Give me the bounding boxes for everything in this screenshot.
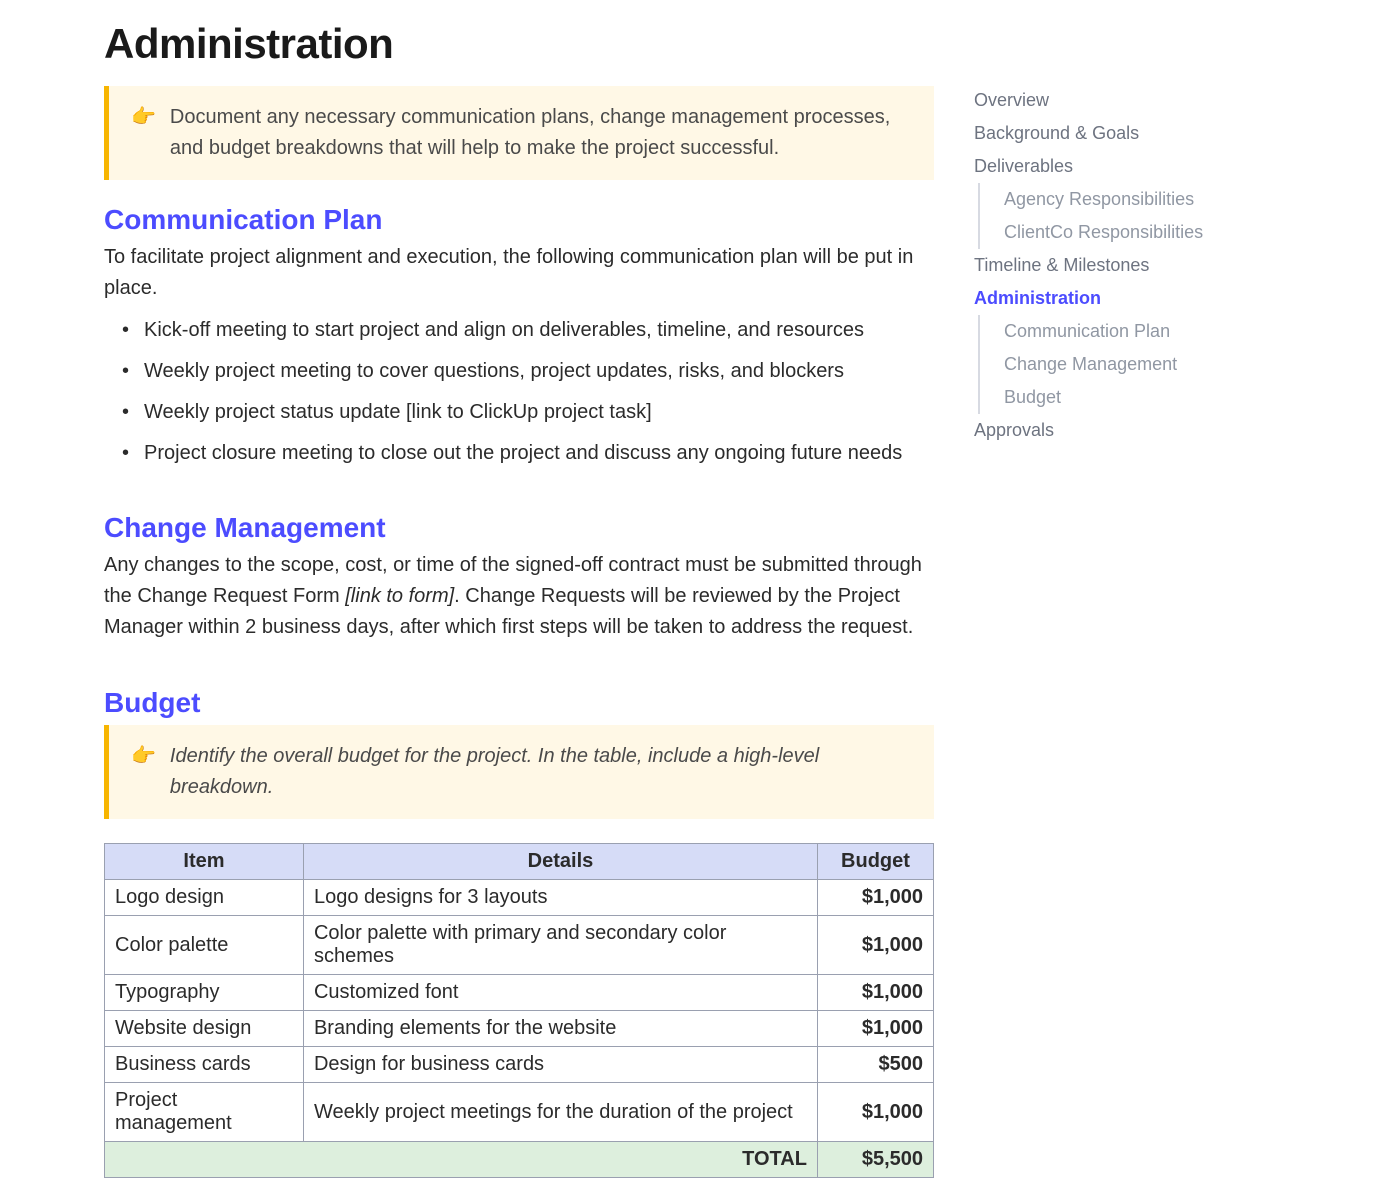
list-item-text: Kick-off meeting to start project and al… xyxy=(144,319,864,341)
cell-amount: $500 xyxy=(817,1047,933,1083)
budget-table: Item Details Budget Logo designLogo desi… xyxy=(104,843,934,1178)
cell-item: Website design xyxy=(105,1011,304,1047)
cell-amount: $1,000 xyxy=(817,1011,933,1047)
list-item-text: Weekly project meeting to cover question… xyxy=(144,360,844,382)
col-details: Details xyxy=(303,844,817,880)
toc-link[interactable]: Timeline & Milestones xyxy=(974,249,1234,282)
cell-item: Typography xyxy=(105,975,304,1011)
table-header-row: Item Details Budget xyxy=(105,844,934,880)
table-row: Business cardsDesign for business cards$… xyxy=(105,1047,934,1083)
cell-item: Business cards xyxy=(105,1047,304,1083)
table-of-contents: OverviewBackground & GoalsDeliverablesAg… xyxy=(974,20,1234,1178)
col-budget: Budget xyxy=(817,844,933,880)
section-budget: Budget xyxy=(104,687,934,719)
toc-link[interactable]: ClientCo Responsibilities xyxy=(978,216,1234,249)
table-total-row: TOTAL $5,500 xyxy=(105,1142,934,1178)
comm-plan-intro: To facilitate project alignment and exec… xyxy=(104,242,934,304)
inline-link-placeholder[interactable]: [link to ClickUp project task] xyxy=(406,401,652,423)
table-row: TypographyCustomized font$1,000 xyxy=(105,975,934,1011)
list-item-text: Project closure meeting to close out the… xyxy=(144,442,902,464)
section-communication-plan: Communication Plan xyxy=(104,204,934,236)
pointing-hand-icon: 👉 xyxy=(131,741,156,803)
cell-details: Color palette with primary and secondary… xyxy=(303,916,817,975)
callout-text: Identify the overall budget for the proj… xyxy=(170,741,912,803)
section-change-management: Change Management xyxy=(104,512,934,544)
callout-admin: 👉 Document any necessary communication p… xyxy=(104,86,934,180)
table-row: Logo designLogo designs for 3 layouts$1,… xyxy=(105,880,934,916)
comm-plan-list: Kick-off meeting to start project and al… xyxy=(104,310,934,474)
cell-item: Color palette xyxy=(105,916,304,975)
toc-link[interactable]: Administration xyxy=(974,282,1234,315)
inline-link-placeholder[interactable]: [link to form] xyxy=(345,585,454,607)
table-row: Color paletteColor palette with primary … xyxy=(105,916,934,975)
toc-link[interactable]: Communication Plan xyxy=(978,315,1234,348)
cell-item: Project management xyxy=(105,1083,304,1142)
callout-text: Document any necessary communication pla… xyxy=(170,102,912,164)
list-item: Project closure meeting to close out the… xyxy=(104,433,934,474)
toc-link[interactable]: Change Management xyxy=(978,348,1234,381)
toc-link[interactable]: Agency Responsibilities xyxy=(978,183,1234,216)
list-item-text: Weekly project status update xyxy=(144,401,406,423)
toc-link[interactable]: Budget xyxy=(978,381,1234,414)
page-title: Administration xyxy=(104,20,934,68)
toc-link[interactable]: Deliverables xyxy=(974,150,1234,183)
cell-amount: $1,000 xyxy=(817,1083,933,1142)
toc-link[interactable]: Background & Goals xyxy=(974,117,1234,150)
cell-amount: $1,000 xyxy=(817,916,933,975)
cell-details: Branding elements for the website xyxy=(303,1011,817,1047)
toc-link[interactable]: Approvals xyxy=(974,414,1234,447)
total-amount: $5,500 xyxy=(817,1142,933,1178)
toc-link[interactable]: Overview xyxy=(974,84,1234,117)
change-mgmt-text: Any changes to the scope, cost, or time … xyxy=(104,550,934,643)
cell-item: Logo design xyxy=(105,880,304,916)
cell-amount: $1,000 xyxy=(817,880,933,916)
table-row: Website designBranding elements for the … xyxy=(105,1011,934,1047)
cell-details: Weekly project meetings for the duration… xyxy=(303,1083,817,1142)
callout-budget: 👉 Identify the overall budget for the pr… xyxy=(104,725,934,819)
cell-amount: $1,000 xyxy=(817,975,933,1011)
col-item: Item xyxy=(105,844,304,880)
cell-details: Design for business cards xyxy=(303,1047,817,1083)
list-item: Kick-off meeting to start project and al… xyxy=(104,310,934,351)
cell-details: Customized font xyxy=(303,975,817,1011)
main-content: Administration 👉 Document any necessary … xyxy=(104,20,934,1178)
table-row: Project managementWeekly project meeting… xyxy=(105,1083,934,1142)
list-item: Weekly project status update [link to Cl… xyxy=(104,392,934,433)
cell-details: Logo designs for 3 layouts xyxy=(303,880,817,916)
pointing-hand-icon: 👉 xyxy=(131,102,156,164)
list-item: Weekly project meeting to cover question… xyxy=(104,351,934,392)
total-label: TOTAL xyxy=(105,1142,818,1178)
